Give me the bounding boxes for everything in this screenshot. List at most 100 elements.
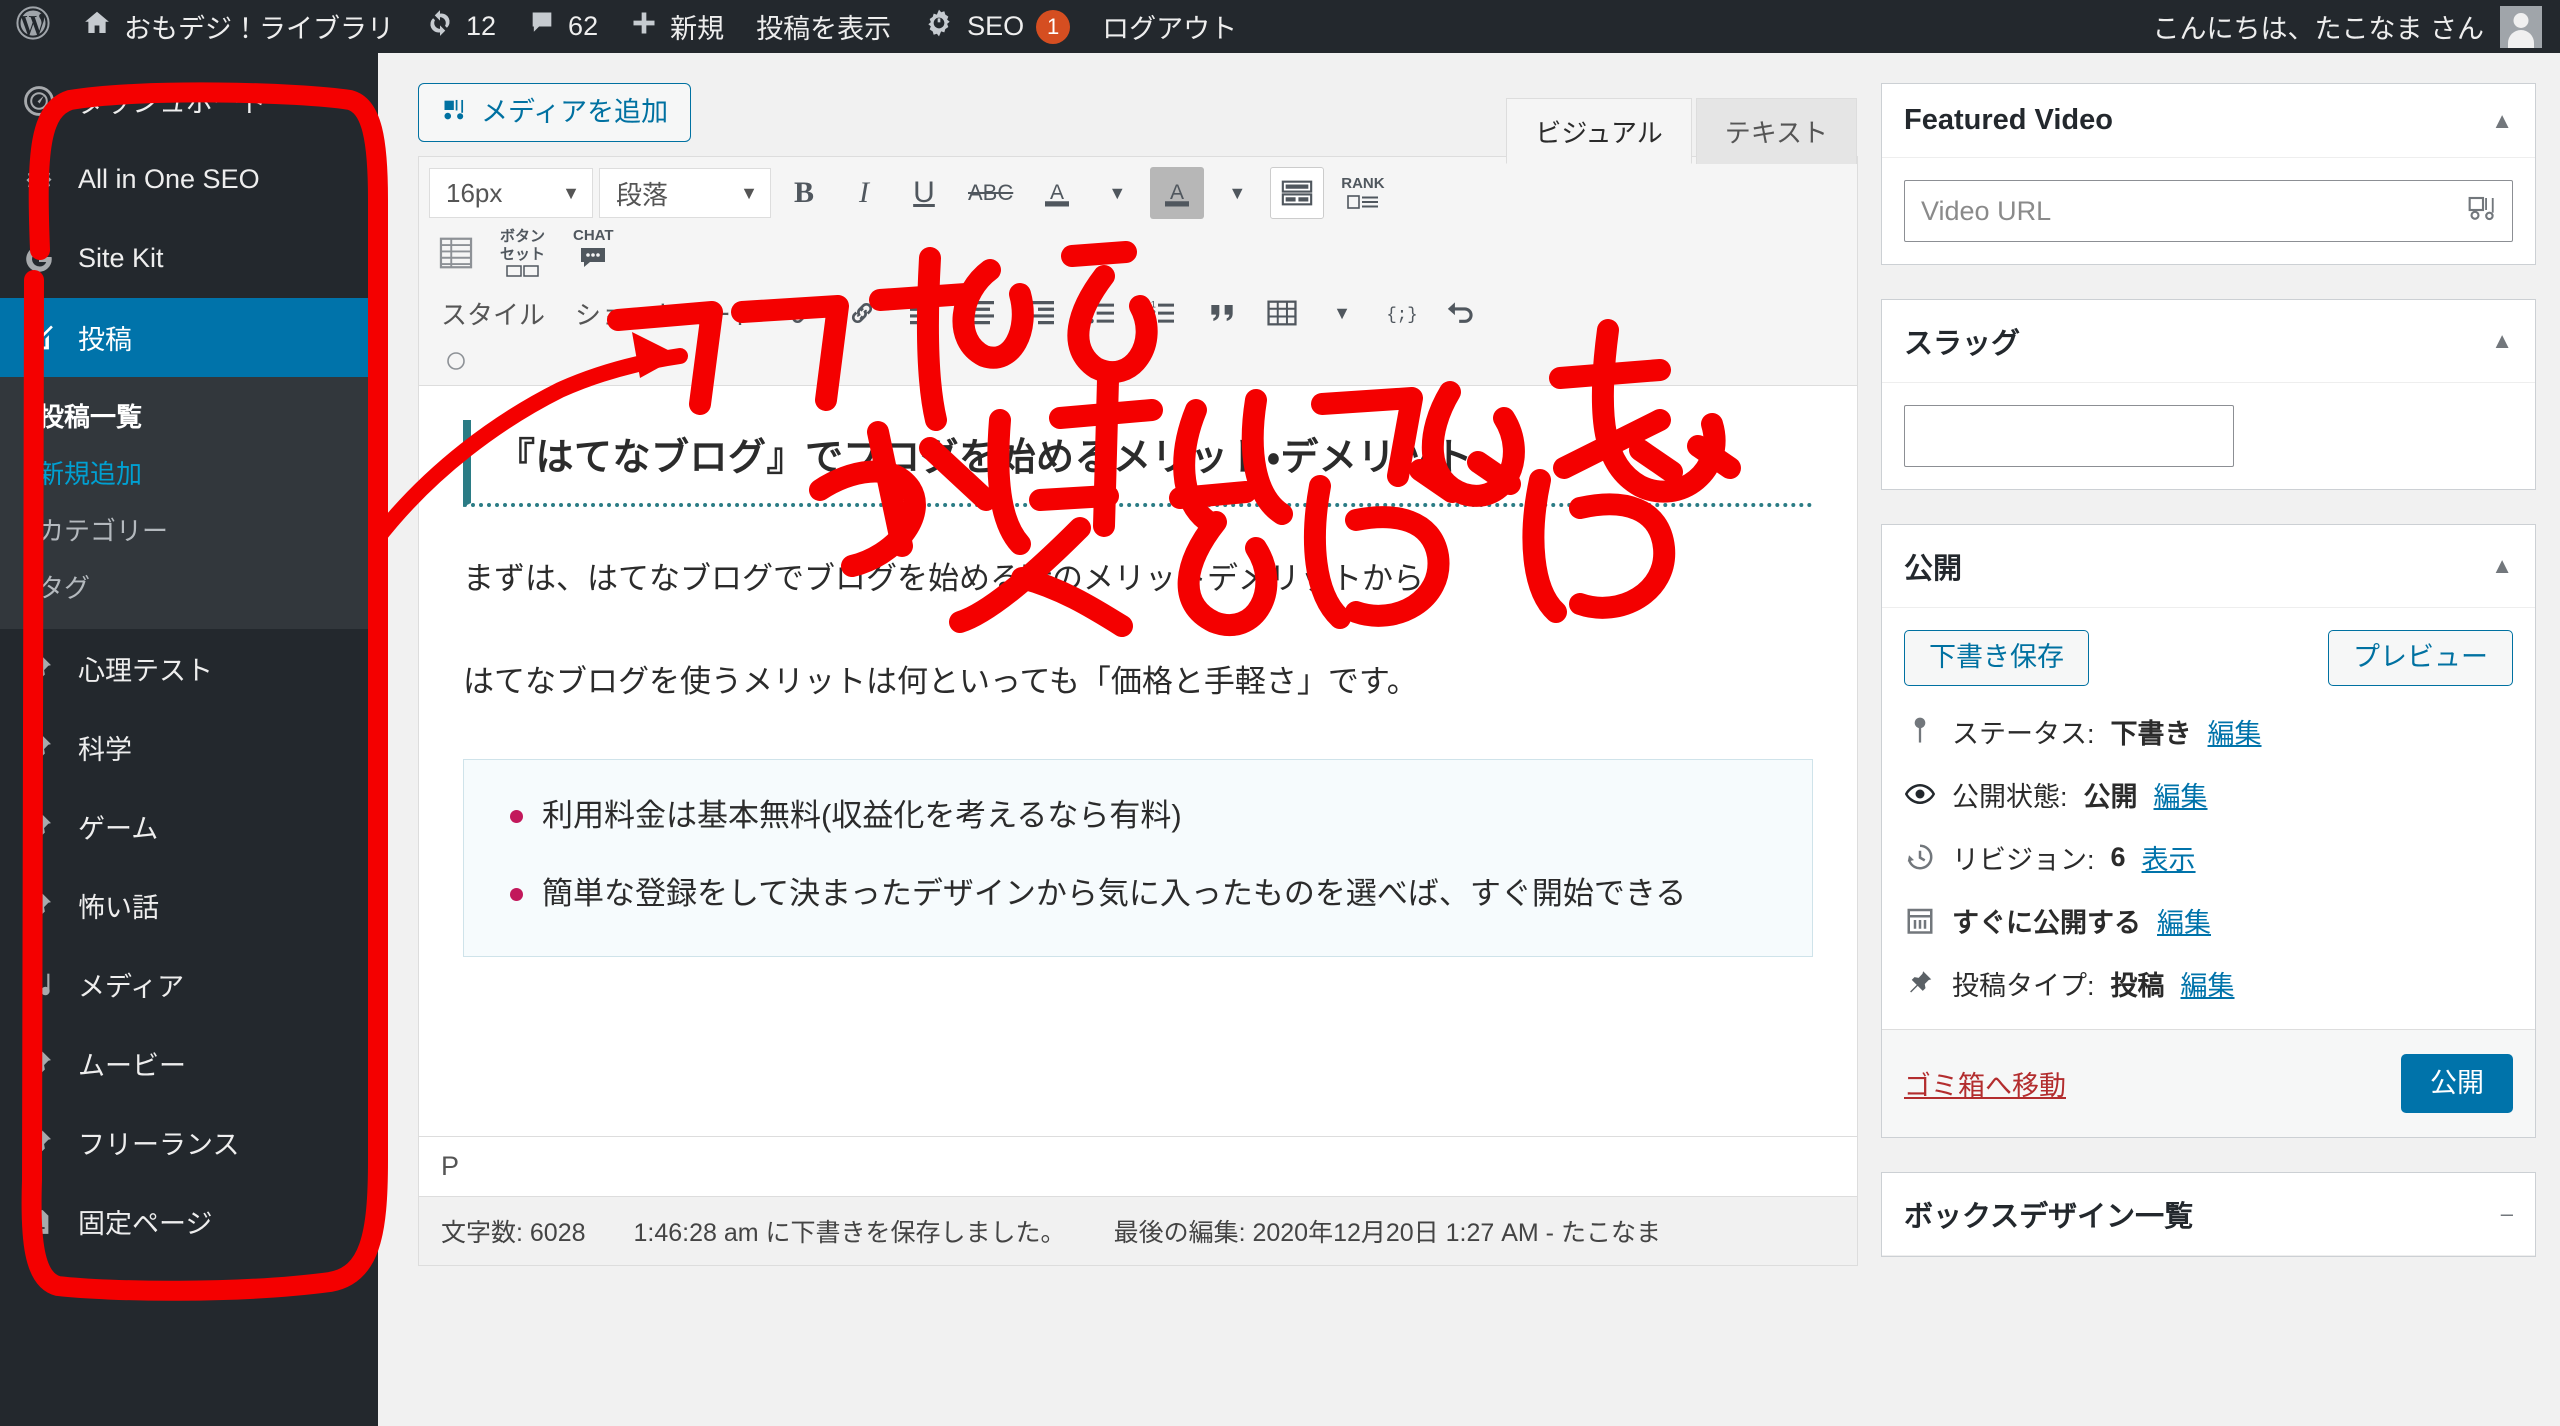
submenu-item-categories[interactable]: カテゴリー xyxy=(0,501,378,558)
seo-menu[interactable]: SEO 1 xyxy=(907,0,1086,53)
sidebar-item-science[interactable]: 科学 xyxy=(0,708,378,787)
sidebar-item-psychology-test[interactable]: 心理テスト xyxy=(0,629,378,708)
sidebar-item-all-in-one-seo[interactable]: All in One SEO xyxy=(0,140,378,219)
clock-revision-icon xyxy=(1904,842,1936,872)
italic-button[interactable]: I xyxy=(837,167,891,219)
align-left-icon[interactable] xyxy=(895,287,949,339)
tab-text[interactable]: テキスト xyxy=(1695,98,1857,164)
list-table-icon[interactable] xyxy=(429,227,483,279)
align-right-icon[interactable] xyxy=(1015,287,1069,339)
featured-video-header[interactable]: Featured Video ▲ xyxy=(1882,84,2535,158)
preview-button[interactable]: プレビュー xyxy=(2328,630,2513,686)
unordered-list-icon[interactable] xyxy=(1075,287,1129,339)
chat-button[interactable]: CHAT xyxy=(562,227,625,279)
add-media-button[interactable]: メディアを追加 xyxy=(418,83,692,142)
submenu-item-add-new[interactable]: 新規追加 xyxy=(0,444,378,501)
featured-video-body xyxy=(1882,158,2535,264)
keyboard-shortcuts-icon[interactable] xyxy=(429,346,483,376)
my-account-menu[interactable]: こんにちは、たこなま さん xyxy=(2152,5,2560,48)
visibility-edit-link[interactable]: 編集 xyxy=(2154,775,2208,814)
shortcode-dropdown[interactable]: ショートコード xyxy=(563,295,769,332)
updates-menu[interactable]: 12 xyxy=(410,0,512,53)
align-center-icon[interactable] xyxy=(955,287,1009,339)
sidebar-item-label: ダッシュボード xyxy=(78,88,267,118)
revisions-view-link[interactable]: 表示 xyxy=(2142,838,2196,877)
sidebar-item-game[interactable]: ゲーム xyxy=(0,787,378,866)
publish-header[interactable]: 公開 ▲ xyxy=(1882,525,2535,608)
sidebar-item-site-kit[interactable]: Site Kit xyxy=(0,219,378,298)
site-name-menu[interactable]: おもデジ！ライブラリ xyxy=(66,0,410,53)
slug-input[interactable] xyxy=(1904,405,2234,467)
post-type-edit-link[interactable]: 編集 xyxy=(2181,964,2235,1003)
pin-icon xyxy=(20,729,58,767)
publish-panel: 公開 ▲ 下書き保存 プレビュー ステータス: 下書き 編集 公開状態: 公開 … xyxy=(1881,524,2536,1139)
slug-panel: スラッグ ▲ xyxy=(1881,299,2536,490)
table-grid-icon[interactable] xyxy=(1270,167,1325,219)
panel-title: スラッグ xyxy=(1904,328,2021,360)
new-content-menu[interactable]: 新規 xyxy=(614,0,740,53)
pin-icon xyxy=(1904,968,1936,998)
last-edit-notice: 最後の編集: 2020年12月20日 1:27 AM - たこなま xyxy=(1113,1219,1661,1247)
visibility-label: 公開状態: xyxy=(1952,781,2068,812)
undo-icon[interactable] xyxy=(1435,287,1489,339)
save-draft-button[interactable]: 下書き保存 xyxy=(1904,630,2089,686)
publish-date-edit-link[interactable]: 編集 xyxy=(2157,901,2211,940)
strikethrough-button[interactable]: ABC xyxy=(957,167,1024,219)
button-set-button[interactable]: ボタン セット xyxy=(489,227,556,279)
editor-container: ビジュアル テキスト 16px ▼ 段落 ▼ B I U ABC A ▼ A ▼… xyxy=(418,98,1858,1266)
code-braces-icon[interactable]: {;} xyxy=(1375,287,1429,339)
submenu-item-all-posts[interactable]: 投稿一覧 xyxy=(0,387,378,444)
toolbar-row-4 xyxy=(429,345,1847,377)
editor-content-iframe[interactable]: 『はてなブログ』でブログを始めるメリット・デメリット まずは、はてなブログでブロ… xyxy=(419,386,1857,1136)
video-url-input[interactable] xyxy=(1904,180,2513,242)
submenu-item-tags[interactable]: タグ xyxy=(0,558,378,615)
sidebar-item-pages[interactable]: 固定ページ xyxy=(0,1182,378,1261)
sidebar-item-posts[interactable]: 投稿 xyxy=(0,298,378,377)
box-design-list-header[interactable]: ボックスデザイン一覧 – xyxy=(1882,1173,2535,1257)
highlight-color-dropdown-chevron-down-icon[interactable]: ▼ xyxy=(1210,167,1264,219)
font-size-select[interactable]: 16px ▼ xyxy=(429,168,593,218)
blockquote-icon[interactable] xyxy=(1195,287,1249,339)
sidebar-item-scary-story[interactable]: 怖い話 xyxy=(0,866,378,945)
sidebar-item-media[interactable]: メディア xyxy=(0,945,378,1024)
triangle-up-icon[interactable]: ▲ xyxy=(2491,328,2513,354)
sidebar-item-label: 固定ページ xyxy=(78,1209,213,1239)
underline-button[interactable]: U xyxy=(897,167,951,219)
wp-logo-menu[interactable] xyxy=(0,0,66,53)
tab-visual[interactable]: ビジュアル xyxy=(1506,98,1692,164)
sidebar-item-dashboard[interactable]: ダッシュボード xyxy=(0,61,378,140)
table-icon[interactable] xyxy=(1255,287,1309,339)
view-post-link[interactable]: 投稿を表示 xyxy=(740,0,907,53)
bold-button[interactable]: B xyxy=(777,167,831,219)
triangle-up-icon[interactable]: ▲ xyxy=(2491,108,2513,134)
box-design-list-panel: ボックスデザイン一覧 – xyxy=(1881,1172,2536,1258)
move-to-trash-link[interactable]: ゴミ箱へ移動 xyxy=(1904,1064,2066,1103)
status-edit-link[interactable]: 編集 xyxy=(2208,712,2262,751)
format-select[interactable]: 段落 ▼ xyxy=(599,168,771,218)
unlink-icon[interactable] xyxy=(835,287,889,339)
logout-link[interactable]: ログアウト xyxy=(1086,0,1253,53)
rank-math-icon[interactable]: RANK xyxy=(1330,167,1395,219)
link-icon[interactable] xyxy=(775,287,829,339)
pin-icon xyxy=(20,1045,58,1083)
publish-button[interactable]: 公開 xyxy=(2401,1053,2513,1114)
minus-icon[interactable]: – xyxy=(2501,1201,2513,1227)
editor-status-bar: 文字数: 6028 1:46:28 am に下書きを保存しました。 最後の編集:… xyxy=(419,1196,1857,1265)
comments-menu[interactable]: 62 xyxy=(512,0,614,53)
triangle-up-icon[interactable]: ▲ xyxy=(2491,553,2513,579)
sidebar-item-label: ムービー xyxy=(78,1051,186,1081)
slug-header[interactable]: スラッグ ▲ xyxy=(1882,300,2535,383)
gear-plug-icon xyxy=(20,161,58,199)
text-color-a-icon[interactable]: A xyxy=(1030,167,1084,219)
highlight-color-a-icon[interactable]: A xyxy=(1150,167,1205,219)
home-icon xyxy=(82,8,112,45)
add-media-label: メディアを追加 xyxy=(481,97,669,127)
ordered-list-icon[interactable]: 123 xyxy=(1135,287,1189,339)
sidebar-item-freelance[interactable]: フリーランス xyxy=(0,1103,378,1182)
media-picker-icon[interactable] xyxy=(2467,194,2499,231)
text-color-dropdown-chevron-down-icon[interactable]: ▼ xyxy=(1090,167,1144,219)
style-dropdown[interactable]: スタイル xyxy=(429,295,557,332)
sidebar-item-movie[interactable]: ムービー xyxy=(0,1024,378,1103)
sidebar-item-label: 科学 xyxy=(78,735,132,765)
table-dropdown-chevron-down-icon[interactable]: ▼ xyxy=(1315,287,1369,339)
